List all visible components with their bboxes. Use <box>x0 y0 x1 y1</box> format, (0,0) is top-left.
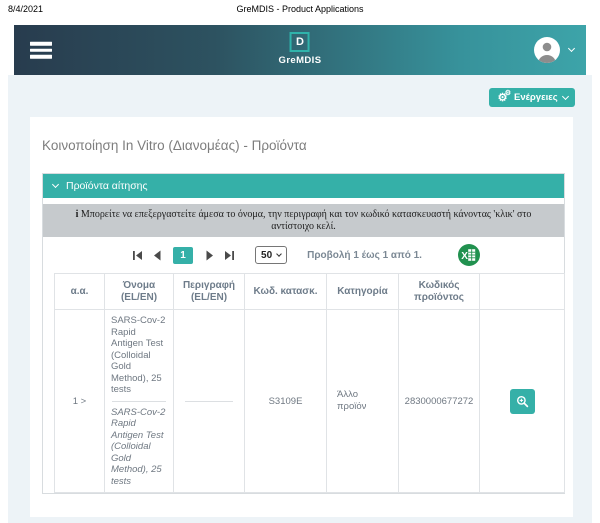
user-avatar-icon <box>534 37 560 63</box>
info-text: Μπορείτε να επεξεργαστείτε άμεσα το όνομ… <box>81 209 532 232</box>
info-icon: i <box>76 209 79 220</box>
last-page-icon <box>224 250 235 261</box>
first-page-button[interactable] <box>131 249 143 261</box>
content-card: Κοινοποίηση In Vitro (Διανομέας) - Προϊό… <box>30 117 573 517</box>
col-header-actions <box>480 274 565 310</box>
table-header-row: α.α. Όνομα (EL/EN) Περιγραφή (EL/EN) Κωδ… <box>55 274 565 310</box>
col-header-product-code: Κωδικός προϊόντος <box>399 274 480 310</box>
product-name-el: SARS-Cov-2 Rapid Antigen Test (Colloidal… <box>111 315 167 396</box>
col-header-category: Κατηγορία <box>327 274 399 310</box>
col-header-manufacturer-code: Κωδ. κατασκ. <box>245 274 327 310</box>
actions-button[interactable]: ⚙⚙ Ενέργειες <box>489 88 575 107</box>
last-page-button[interactable] <box>223 249 235 261</box>
view-product-button[interactable] <box>510 389 535 414</box>
print-document-title: GreMDIS - Product Applications <box>0 4 600 14</box>
page-number-button[interactable]: 1 <box>173 247 193 264</box>
top-navbar: D GreMDIS <box>14 25 586 75</box>
user-menu[interactable] <box>534 37 574 63</box>
actions-button-label: Ενέργειες <box>514 92 558 103</box>
name-divider <box>112 401 166 402</box>
panel-title: Προϊόντα αίτησης <box>66 180 148 192</box>
product-code-cell: 2830000677272 <box>399 310 480 493</box>
menu-icon[interactable] <box>30 39 52 62</box>
products-panel: Προϊόντα αίτησης i Μπορείτε να επεξεργασ… <box>42 173 565 494</box>
app-name: GreMDIS <box>279 55 322 66</box>
panel-header[interactable]: Προϊόντα αίτησης <box>43 174 564 198</box>
magnifier-plus-icon <box>516 395 529 408</box>
table-row: 1 > SARS-Cov-2 Rapid Antigen Test (Collo… <box>55 310 565 493</box>
collapse-chevron-icon <box>52 181 59 188</box>
chevron-down-icon <box>568 45 575 52</box>
products-table: α.α. Όνομα (EL/EN) Περιγραφή (EL/EN) Κωδ… <box>54 273 565 493</box>
page-size-value: 50 <box>261 250 272 261</box>
page-title: Κοινοποίηση In Vitro (Διανομέας) - Προϊό… <box>42 138 573 155</box>
product-name-en: SARS-Cov-2 Rapid Antigen Test (Colloidal… <box>111 407 167 488</box>
description-divider <box>185 401 233 402</box>
previous-page-icon <box>152 250 163 261</box>
svg-text:X: X <box>461 251 468 262</box>
export-excel-button[interactable]: X <box>458 244 480 266</box>
col-header-name: Όνομα (EL/EN) <box>105 274 174 310</box>
page: 8/4/2021 GreMDIS - Product Applications … <box>0 0 600 523</box>
pagination-summary: Προβολή 1 έως 1 από 1. <box>307 250 422 261</box>
page-size-select[interactable]: 50 <box>255 246 287 264</box>
col-header-description: Περιγραφή (EL/EN) <box>174 274 245 310</box>
actions-cell <box>480 310 565 493</box>
cogs-icon: ⚙⚙ <box>496 92 509 104</box>
manufacturer-code-cell[interactable]: S3109E <box>245 310 327 493</box>
info-message: i Μπορείτε να επεξεργαστείτε άμεσα το όν… <box>43 204 564 237</box>
chevron-down-icon <box>562 92 569 99</box>
select-caret-icon <box>276 251 282 257</box>
category-cell: Άλλο προϊόν <box>327 310 399 493</box>
pagination-bar: 1 50 Προβολή 1 έως 1 από 1. <box>43 237 564 273</box>
app-logo[interactable]: D GreMDIS <box>279 32 322 66</box>
next-page-button[interactable] <box>203 249 215 261</box>
product-name-cell[interactable]: SARS-Cov-2 Rapid Antigen Test (Colloidal… <box>105 310 174 493</box>
excel-icon: X <box>458 244 480 266</box>
logo-d-icon: D <box>290 32 310 52</box>
first-page-icon <box>132 250 143 261</box>
previous-page-button[interactable] <box>151 249 163 261</box>
product-description-cell[interactable] <box>174 310 245 493</box>
col-header-index: α.α. <box>55 274 105 310</box>
next-page-icon <box>204 250 215 261</box>
row-index-cell[interactable]: 1 > <box>55 310 105 493</box>
